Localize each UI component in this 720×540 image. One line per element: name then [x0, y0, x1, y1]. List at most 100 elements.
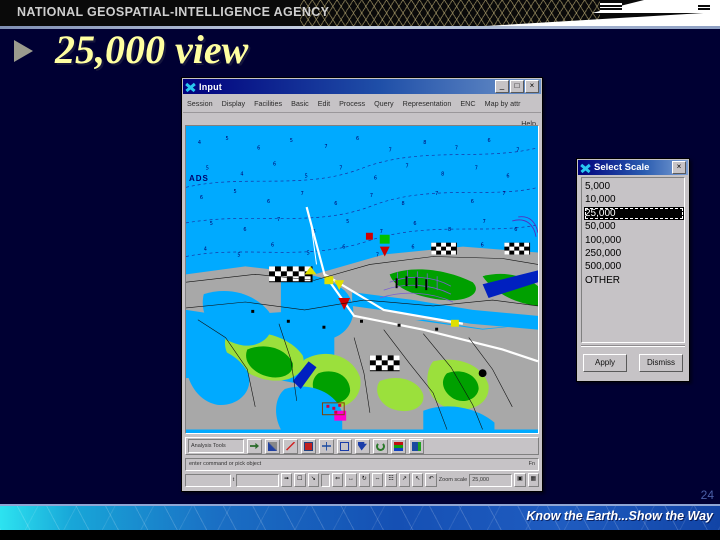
command-input[interactable] [236, 473, 279, 487]
svg-text:7: 7 [277, 217, 280, 223]
svg-text:7: 7 [405, 164, 408, 170]
svg-text:6: 6 [411, 245, 414, 251]
scale-option-5000[interactable]: 5,000 [584, 180, 684, 193]
grid-toggle-icon[interactable]: ▦ [527, 473, 539, 487]
snap-icon[interactable] [319, 438, 334, 454]
svg-text:5: 5 [346, 219, 349, 225]
window-title-bar[interactable]: Input _ □ × [183, 79, 541, 94]
map-toolbar[interactable]: Analysis Tools [185, 437, 539, 455]
line-draw-icon[interactable] [283, 438, 298, 454]
pointer-icon[interactable]: ↖ [412, 473, 424, 487]
fullview-icon[interactable]: ▣ [514, 473, 526, 487]
export-icon[interactable] [409, 438, 424, 454]
help-row[interactable]: Help [182, 113, 542, 128]
menu-item-query[interactable]: Query [374, 99, 394, 108]
close-button[interactable]: × [525, 80, 539, 93]
fit-icon[interactable]: ⇔ [371, 473, 384, 487]
minimize-button[interactable]: _ [495, 80, 509, 93]
menu-item-facilities[interactable]: Facilities [254, 99, 282, 108]
menu-item-edit[interactable]: Edit [318, 99, 330, 108]
menu-item-basic[interactable]: Basic [291, 99, 309, 108]
svg-text:4: 4 [204, 247, 207, 253]
menu-item-process[interactable]: Process [339, 99, 365, 108]
svg-text:5: 5 [210, 221, 213, 227]
menu-bar[interactable]: Session Display Facilities Basic Edit Pr… [183, 95, 541, 113]
svg-text:8: 8 [448, 227, 451, 233]
svg-text:6: 6 [481, 243, 484, 249]
zoom-scale-value[interactable]: 25,000 [469, 473, 513, 487]
dialog-button-row[interactable]: Apply Dismiss [577, 354, 689, 372]
menu-item-display[interactable]: Display [222, 99, 246, 108]
maximize-button[interactable]: □ [510, 80, 524, 93]
window-buttons[interactable]: _ □ × [495, 80, 539, 93]
menu-item-representation[interactable]: Representation [403, 99, 452, 108]
redraw-icon[interactable]: ↻ [358, 473, 370, 487]
scale-option-250000[interactable]: 250,000 [584, 247, 684, 260]
label-icon[interactable] [301, 438, 316, 454]
next-view-icon[interactable]: ↔ [345, 473, 357, 487]
scale-option-25000[interactable]: 25,000 [584, 206, 684, 221]
map-application-window[interactable]: Input _ □ × Session Display Facilities B… [181, 77, 543, 492]
zoom-out-icon[interactable]: ↘ [307, 473, 319, 487]
map-label-ads: ADS [189, 174, 209, 183]
dialog-close-button[interactable]: × [672, 161, 686, 174]
small-indicator [320, 473, 330, 487]
analysis-tools-combo[interactable]: Analysis Tools [188, 439, 244, 453]
header-mark-left-icon [600, 3, 622, 11]
page-number: 24 [700, 488, 714, 502]
apply-button[interactable]: Apply [583, 354, 627, 372]
scale-option-100000[interactable]: 100,000 [584, 234, 684, 247]
arrow-right-icon[interactable] [247, 438, 262, 454]
svg-text:7: 7 [389, 148, 392, 154]
rotate-icon[interactable]: ↶ [425, 473, 437, 487]
agency-name: NATIONAL GEOSPATIAL-INTELLIGENCE AGENCY [17, 5, 330, 19]
svg-text:7: 7 [455, 146, 458, 152]
select-box-icon[interactable] [337, 438, 352, 454]
scale-option-50000[interactable]: 50,000 [584, 220, 684, 233]
zoom-scale-label: Zoom scale [438, 477, 468, 483]
layers-icon[interactable] [391, 438, 406, 454]
select-scale-dialog[interactable]: Select Scale × 5,000 10,000 25,000 50,00… [576, 158, 690, 382]
svg-text:6: 6 [342, 245, 345, 251]
map-canvas[interactable]: 4 5 6 5 7 6 7 8 7 6 7 5 4 6 5 7 6 7 8 7 6 6 5 6 7 6 7 8 7 6… [185, 125, 539, 434]
menu-item-enc[interactable]: ENC [460, 99, 475, 108]
measure-icon[interactable]: ↗ [398, 473, 411, 487]
svg-text:6: 6 [413, 221, 416, 227]
prev-view-icon[interactable]: ⇐ [331, 473, 344, 487]
svg-text:6: 6 [374, 175, 377, 181]
zoom-window-icon[interactable]: ☐ [294, 473, 306, 487]
coordinate-field[interactable] [185, 473, 231, 487]
x-window-icon [579, 161, 592, 174]
dialog-title-bar[interactable]: Select Scale × [578, 160, 688, 175]
svg-text:6: 6 [267, 199, 270, 205]
svg-text:6: 6 [334, 201, 337, 207]
svg-text:5: 5 [290, 138, 293, 144]
refresh-icon[interactable] [373, 438, 388, 454]
svg-text:7: 7 [483, 219, 486, 225]
scale-option-list[interactable]: 5,000 10,000 25,000 50,000 100,000 250,0… [581, 177, 685, 343]
pencil-edit-icon[interactable] [265, 438, 280, 454]
header-mark-right-icon [698, 3, 710, 11]
menu-item-session[interactable]: Session [187, 99, 213, 108]
scale-option-10000[interactable]: 10,000 [584, 193, 684, 206]
svg-text:6: 6 [488, 138, 491, 144]
tagline: Know the Earth...Show the Way [526, 509, 713, 523]
status-bar: enter command or pick object Fn [185, 458, 539, 471]
pointer-arrow-icon[interactable] [355, 438, 370, 454]
footer-banner: Know the Earth...Show the Way [0, 504, 720, 530]
bottom-control-bar[interactable]: t ➟ ☐ ↘ ⇐ ↔ ↻ ⇔ ☷ ↗ ↖ ↶ Zoom scale 25,00… [185, 473, 539, 487]
svg-text:7: 7 [370, 193, 373, 199]
x-window-icon [184, 80, 197, 93]
triangle-bullet-icon [14, 40, 33, 62]
svg-text:6: 6 [471, 199, 474, 205]
pan-icon[interactable]: ➟ [280, 473, 293, 487]
svg-text:4: 4 [240, 171, 243, 177]
svg-text:8: 8 [402, 201, 405, 207]
scale-option-other[interactable]: OTHER [584, 274, 684, 287]
dismiss-button[interactable]: Dismiss [639, 354, 683, 372]
grid-icon[interactable]: ☷ [385, 473, 397, 487]
menu-item-map-by-attr[interactable]: Map by attr [485, 99, 521, 108]
svg-text:7: 7 [301, 191, 304, 197]
scale-option-500000[interactable]: 500,000 [584, 260, 684, 273]
bottom-black-strip [0, 530, 720, 540]
